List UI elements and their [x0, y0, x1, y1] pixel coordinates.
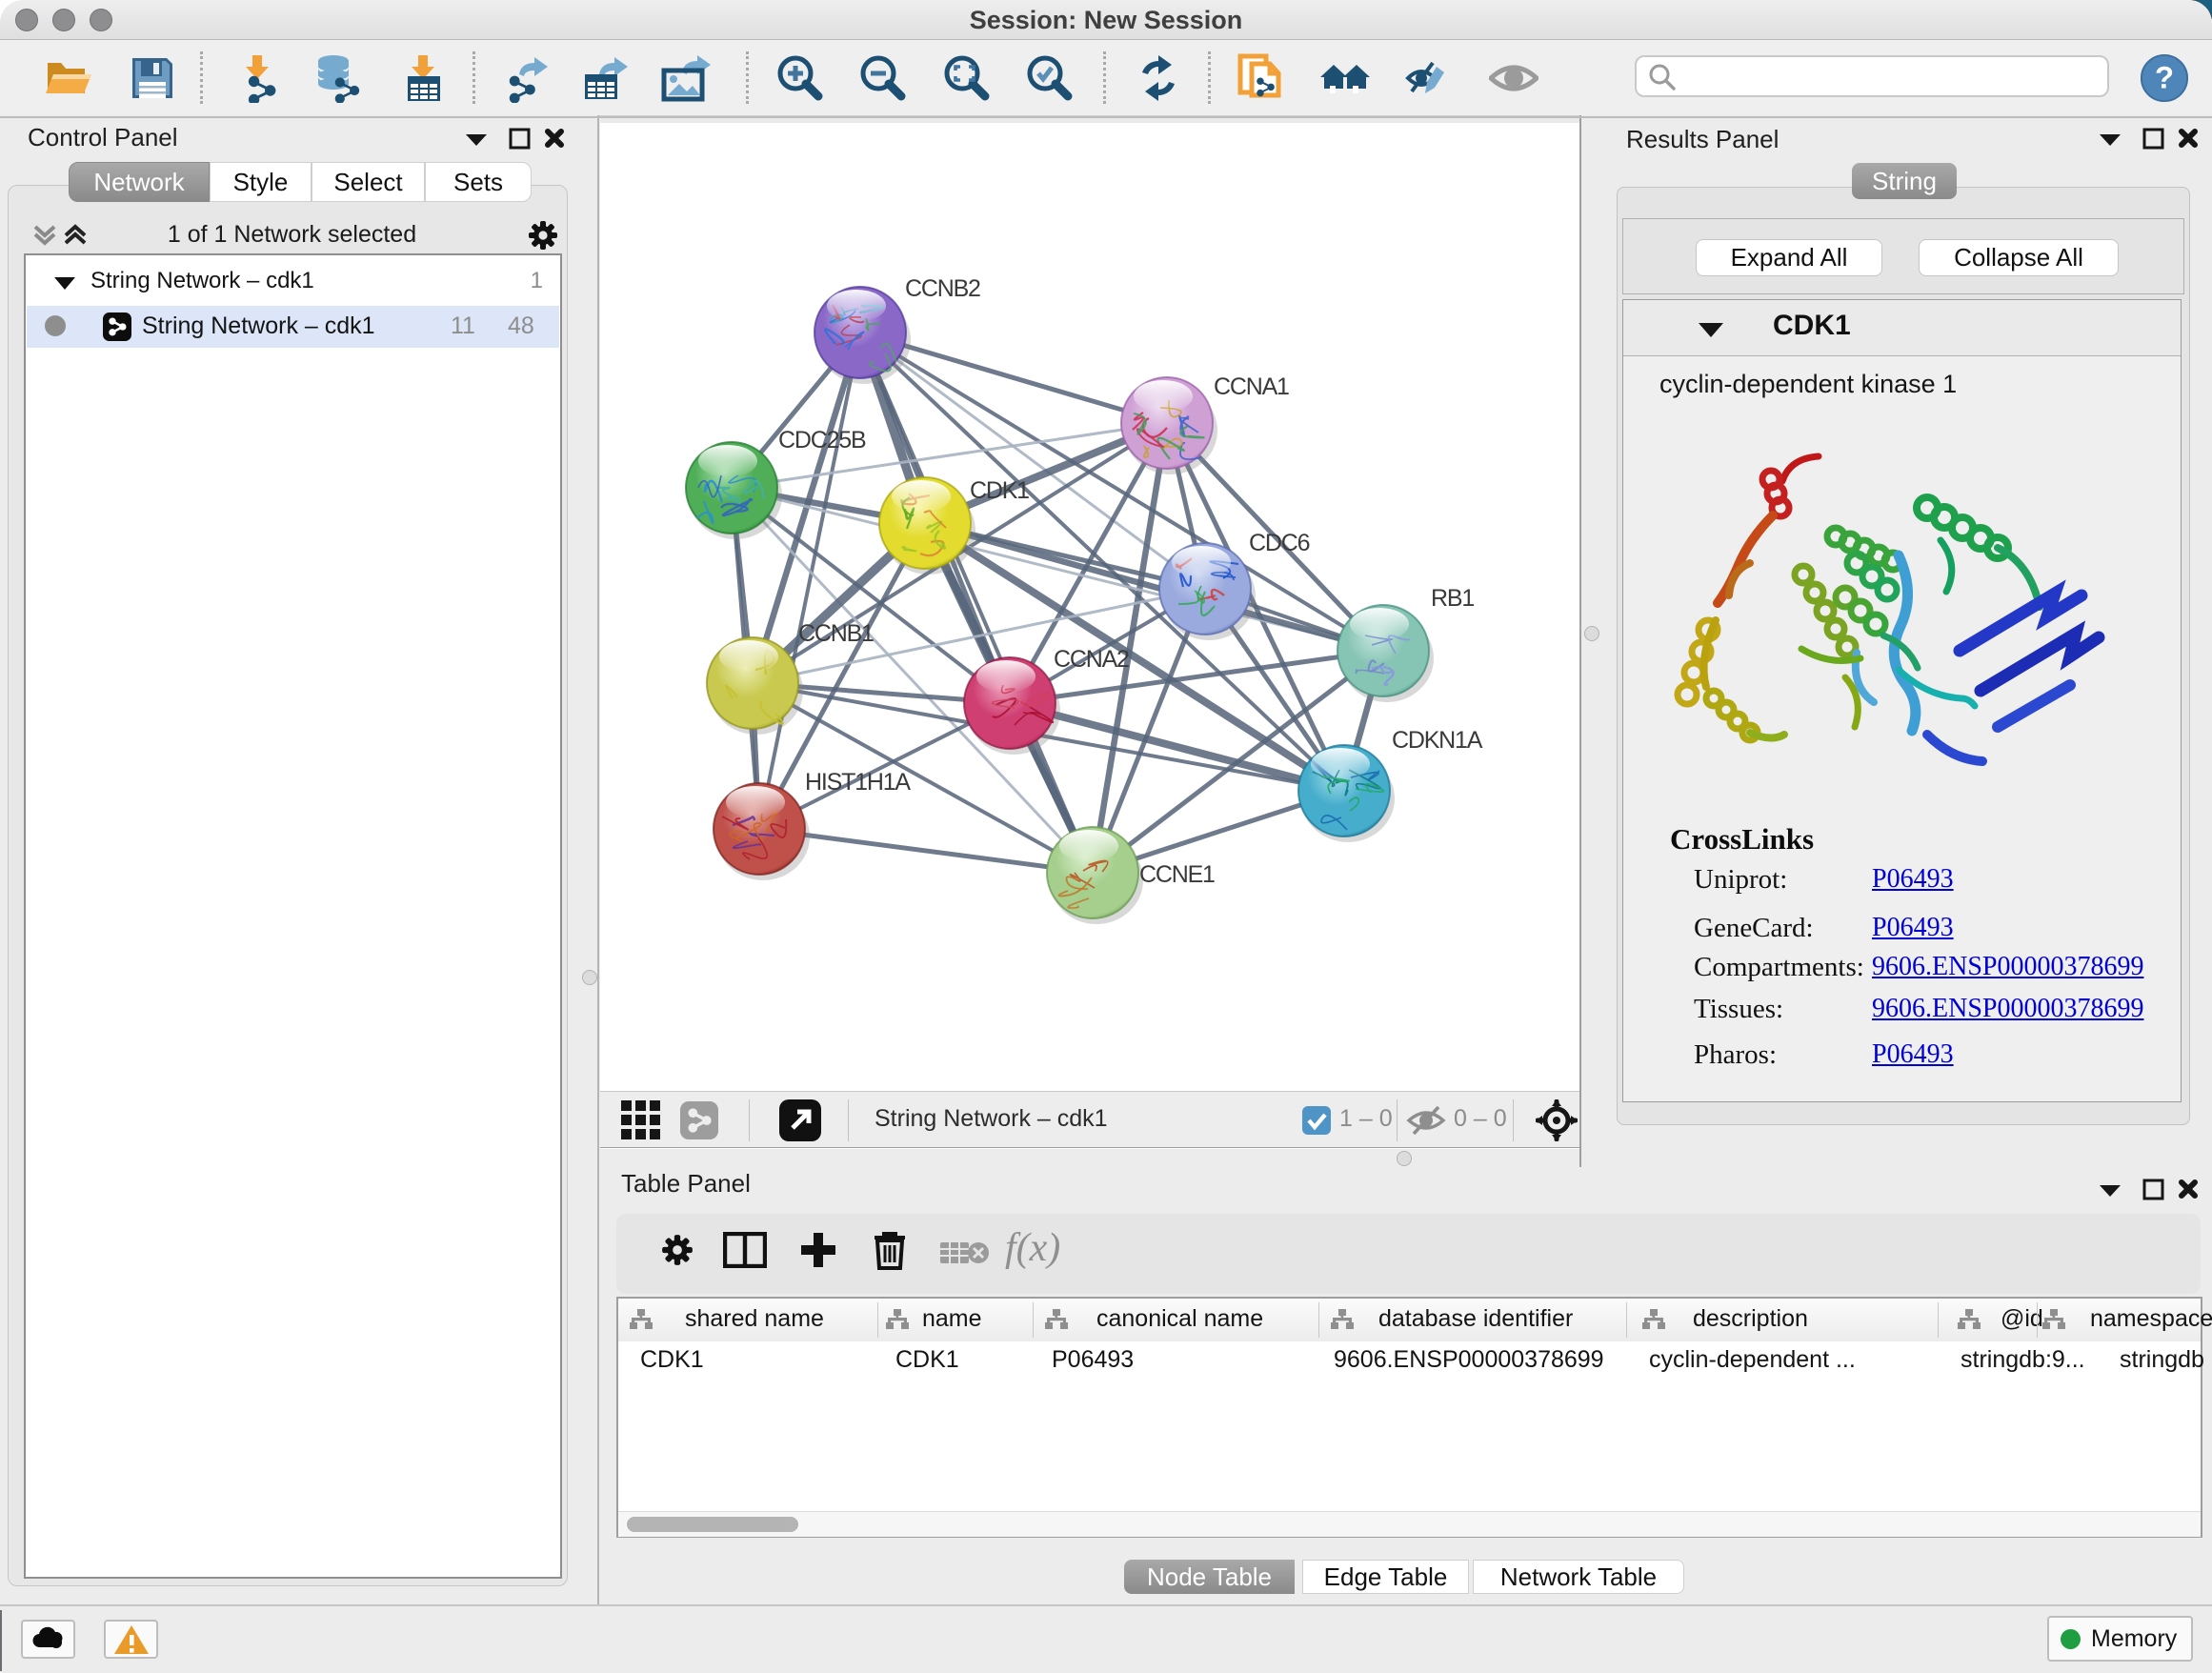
svg-text:CDC25B: CDC25B — [778, 427, 866, 454]
svg-text:CDKN1A: CDKN1A — [1392, 727, 1483, 754]
svg-text:HIST1H1A: HIST1H1A — [805, 769, 911, 796]
svg-text:?: ? — [2155, 60, 2174, 95]
svg-text:RB1: RB1 — [1431, 585, 1474, 612]
svg-text:CCNB2: CCNB2 — [905, 275, 980, 302]
svg-text:CDK1: CDK1 — [970, 477, 1029, 504]
svg-text:CCNA1: CCNA1 — [1214, 373, 1289, 400]
svg-text:CCNB1: CCNB1 — [798, 620, 874, 647]
svg-text:CCNE1: CCNE1 — [1139, 861, 1215, 888]
svg-text:CCNA2: CCNA2 — [1054, 646, 1129, 673]
svg-text:CDC6: CDC6 — [1249, 530, 1310, 556]
